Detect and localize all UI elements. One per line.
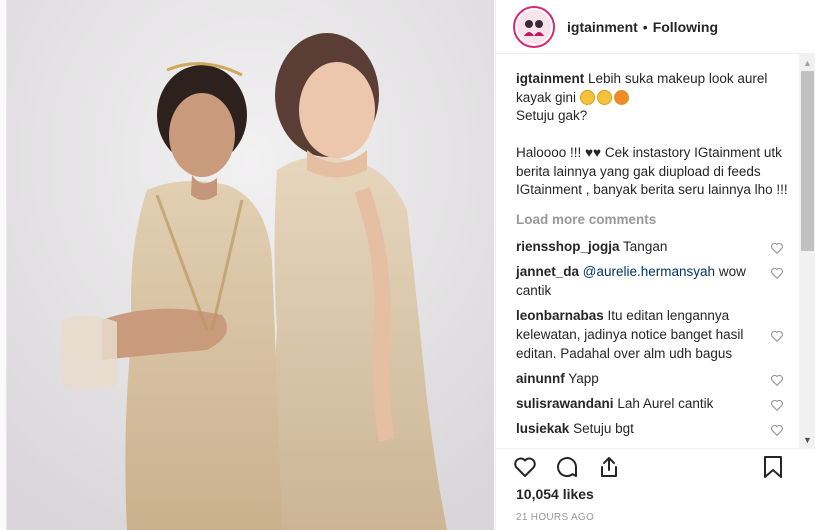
share-icon[interactable]	[596, 454, 622, 480]
avatar-logo-icon	[517, 9, 551, 44]
load-more-comments-button[interactable]: Load more comments	[516, 212, 794, 227]
heart-icon[interactable]	[512, 454, 538, 480]
comment-username[interactable]: sulisrawandani	[516, 396, 614, 411]
comments-scrollbar[interactable]: ▲ ▼	[799, 54, 815, 448]
avatar[interactable]	[513, 5, 555, 48]
scroll-up-arrow-icon[interactable]: ▲	[799, 54, 815, 71]
scroll-down-arrow-icon[interactable]: ▼	[799, 431, 815, 448]
post-caption: igtainment Lebih suka makeup look aurel …	[516, 70, 794, 200]
caption-text-line2: Setuju gak?	[516, 108, 588, 123]
post-timestamp[interactable]: 21 HOURS AGO	[516, 512, 594, 523]
comment-text: Setuju bgt	[573, 420, 634, 436]
comment-username[interactable]: jannet_da	[516, 264, 579, 279]
comment-username[interactable]: leonbarnabas	[516, 308, 604, 323]
caption-text-line3: Haloooo !!! ♥♥ Cek instastory IGtainment…	[516, 145, 788, 197]
header-separator: •	[642, 18, 648, 35]
smile-emoji-icon	[596, 89, 612, 105]
like-heart-icon[interactable]	[770, 266, 784, 280]
photo-illustration	[7, 0, 494, 530]
comment-username[interactable]: riensshop_jogja	[516, 239, 620, 254]
comment-text: Lah Aurel cantik	[617, 395, 714, 411]
bookmark-icon[interactable]	[760, 454, 786, 480]
follow-status-button[interactable]: Following	[653, 19, 718, 35]
post-sidebar: igtainment • Following igtainment Lebih …	[495, 0, 815, 530]
like-heart-icon[interactable]	[770, 398, 784, 412]
comment-item: riensshop_jogja Tangan	[516, 237, 794, 256]
comments-section: igtainment Lebih suka makeup look aurel …	[496, 70, 815, 448]
comment-item: jannet_da @aurelie.hermansyah wow cantik	[516, 262, 794, 300]
heart-eyes-emoji-icon	[613, 89, 629, 105]
comment-icon[interactable]	[554, 454, 580, 480]
comment-item: ainunnf Yapp	[516, 369, 794, 388]
likes-count[interactable]: 10,054 likes	[516, 486, 594, 502]
comment-username[interactable]: lusiekak	[516, 421, 569, 436]
smile-emoji-icon	[579, 89, 595, 105]
header-username[interactable]: igtainment	[567, 19, 638, 35]
instagram-post: igtainment • Following igtainment Lebih …	[6, 0, 815, 530]
post-actions-bar	[496, 448, 815, 484]
like-heart-icon[interactable]	[770, 241, 784, 255]
comment-item: lusiekak Setuju bgt	[516, 419, 794, 438]
post-header: igtainment • Following	[496, 0, 815, 54]
comment-item: sulisrawandani Lah Aurel cantik	[516, 394, 794, 413]
like-heart-icon[interactable]	[770, 373, 784, 387]
comment-text: Yapp	[568, 370, 599, 386]
caption-username[interactable]: igtainment	[516, 71, 584, 86]
comment-mention[interactable]: @aurelie.hermansyah	[583, 264, 715, 279]
comment-username[interactable]: ainunnf	[516, 371, 565, 386]
comment-text: Tangan	[623, 238, 668, 254]
like-heart-icon[interactable]	[770, 329, 784, 343]
comment-item: leonbarnabas Itu editan lengannya kelewa…	[516, 306, 794, 363]
post-photo[interactable]	[7, 0, 494, 530]
scrollbar-thumb[interactable]	[801, 71, 814, 251]
like-heart-icon[interactable]	[770, 423, 784, 437]
